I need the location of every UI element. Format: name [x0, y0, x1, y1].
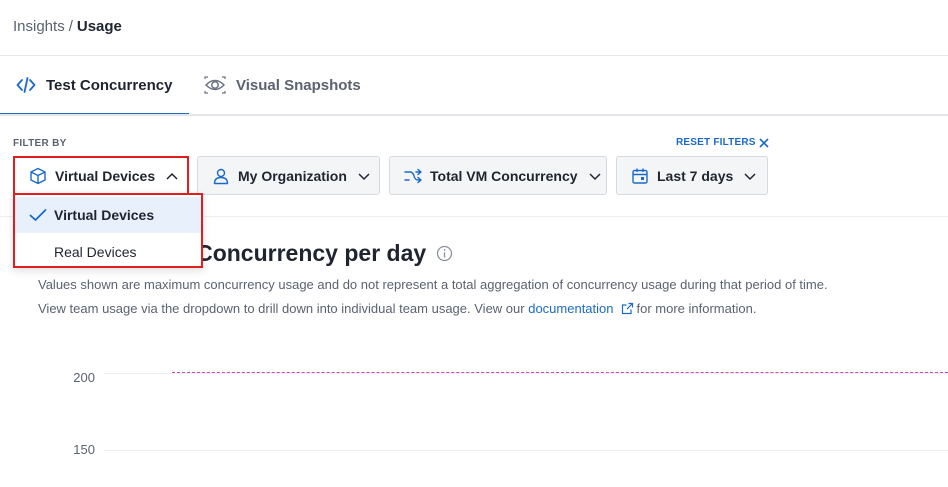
organization-filter[interactable]: My Organization: [197, 156, 380, 195]
documentation-link[interactable]: documentation: [528, 301, 613, 316]
tab-divider: [0, 114, 948, 116]
user-icon: [212, 167, 230, 185]
external-link-icon: [621, 302, 634, 315]
tab-test-concurrency[interactable]: Test Concurrency: [0, 56, 189, 116]
date-range-filter-label: Last 7 days: [657, 167, 734, 184]
dropdown-option-virtual-devices[interactable]: Virtual Devices: [15, 197, 201, 233]
chart-description-secondary: View team usage via the dropdown to dril…: [38, 301, 756, 316]
gridline: [104, 450, 948, 451]
date-range-filter[interactable]: Last 7 days: [616, 156, 768, 195]
filter-heading: FILTER BY: [13, 138, 67, 149]
y-axis-tick-label: 200: [73, 370, 95, 385]
tab-label: Visual Snapshots: [236, 76, 361, 94]
reset-filters-button[interactable]: RESET FILTERS: [676, 137, 769, 148]
breadcrumb-separator: /: [68, 18, 73, 35]
eye-icon: [204, 76, 226, 94]
close-icon: [759, 137, 769, 148]
checkmark-icon: [29, 208, 48, 222]
shuffle-icon: [404, 167, 422, 185]
breadcrumb-parent[interactable]: Insights: [13, 18, 65, 35]
chevron-down-icon: [743, 171, 757, 181]
metric-filter[interactable]: Total VM Concurrency: [389, 156, 607, 195]
y-axis-tick-label: 150: [73, 442, 95, 457]
chevron-down-icon: [357, 171, 371, 181]
chevron-up-icon: [165, 171, 179, 181]
gridline: [104, 373, 948, 374]
organization-filter-label: My Organization: [238, 167, 347, 184]
code-icon: [16, 76, 36, 94]
metric-filter-label: Total VM Concurrency: [430, 167, 578, 184]
breadcrumb-current: Usage: [76, 18, 122, 35]
chart-description: Values shown are maximum concurrency usa…: [38, 277, 828, 292]
description-text: for more information.: [636, 301, 757, 316]
device-type-filter[interactable]: Virtual Devices: [13, 156, 189, 195]
calendar-icon: [631, 167, 649, 185]
info-icon[interactable]: [436, 245, 453, 262]
reset-filters-label: RESET FILTERS: [676, 137, 756, 148]
device-type-dropdown: Virtual Devices Real Devices: [13, 193, 203, 268]
concurrency-limit-line: [172, 372, 948, 373]
dropdown-option-real-devices[interactable]: Real Devices: [15, 234, 201, 270]
chevron-down-icon: [588, 171, 602, 181]
tab-bar: Test Concurrency Visual Snapshots: [0, 56, 948, 116]
description-text: View team usage via the dropdown to dril…: [38, 301, 525, 316]
device-type-filter-label: Virtual Devices: [55, 167, 156, 184]
breadcrumb: Insights / Usage: [13, 18, 122, 35]
tab-label: Test Concurrency: [46, 76, 173, 94]
cube-icon: [29, 167, 47, 185]
dropdown-option-label: Real Devices: [54, 244, 137, 260]
tab-visual-snapshots[interactable]: Visual Snapshots: [204, 56, 361, 114]
dropdown-option-label: Virtual Devices: [54, 207, 155, 223]
